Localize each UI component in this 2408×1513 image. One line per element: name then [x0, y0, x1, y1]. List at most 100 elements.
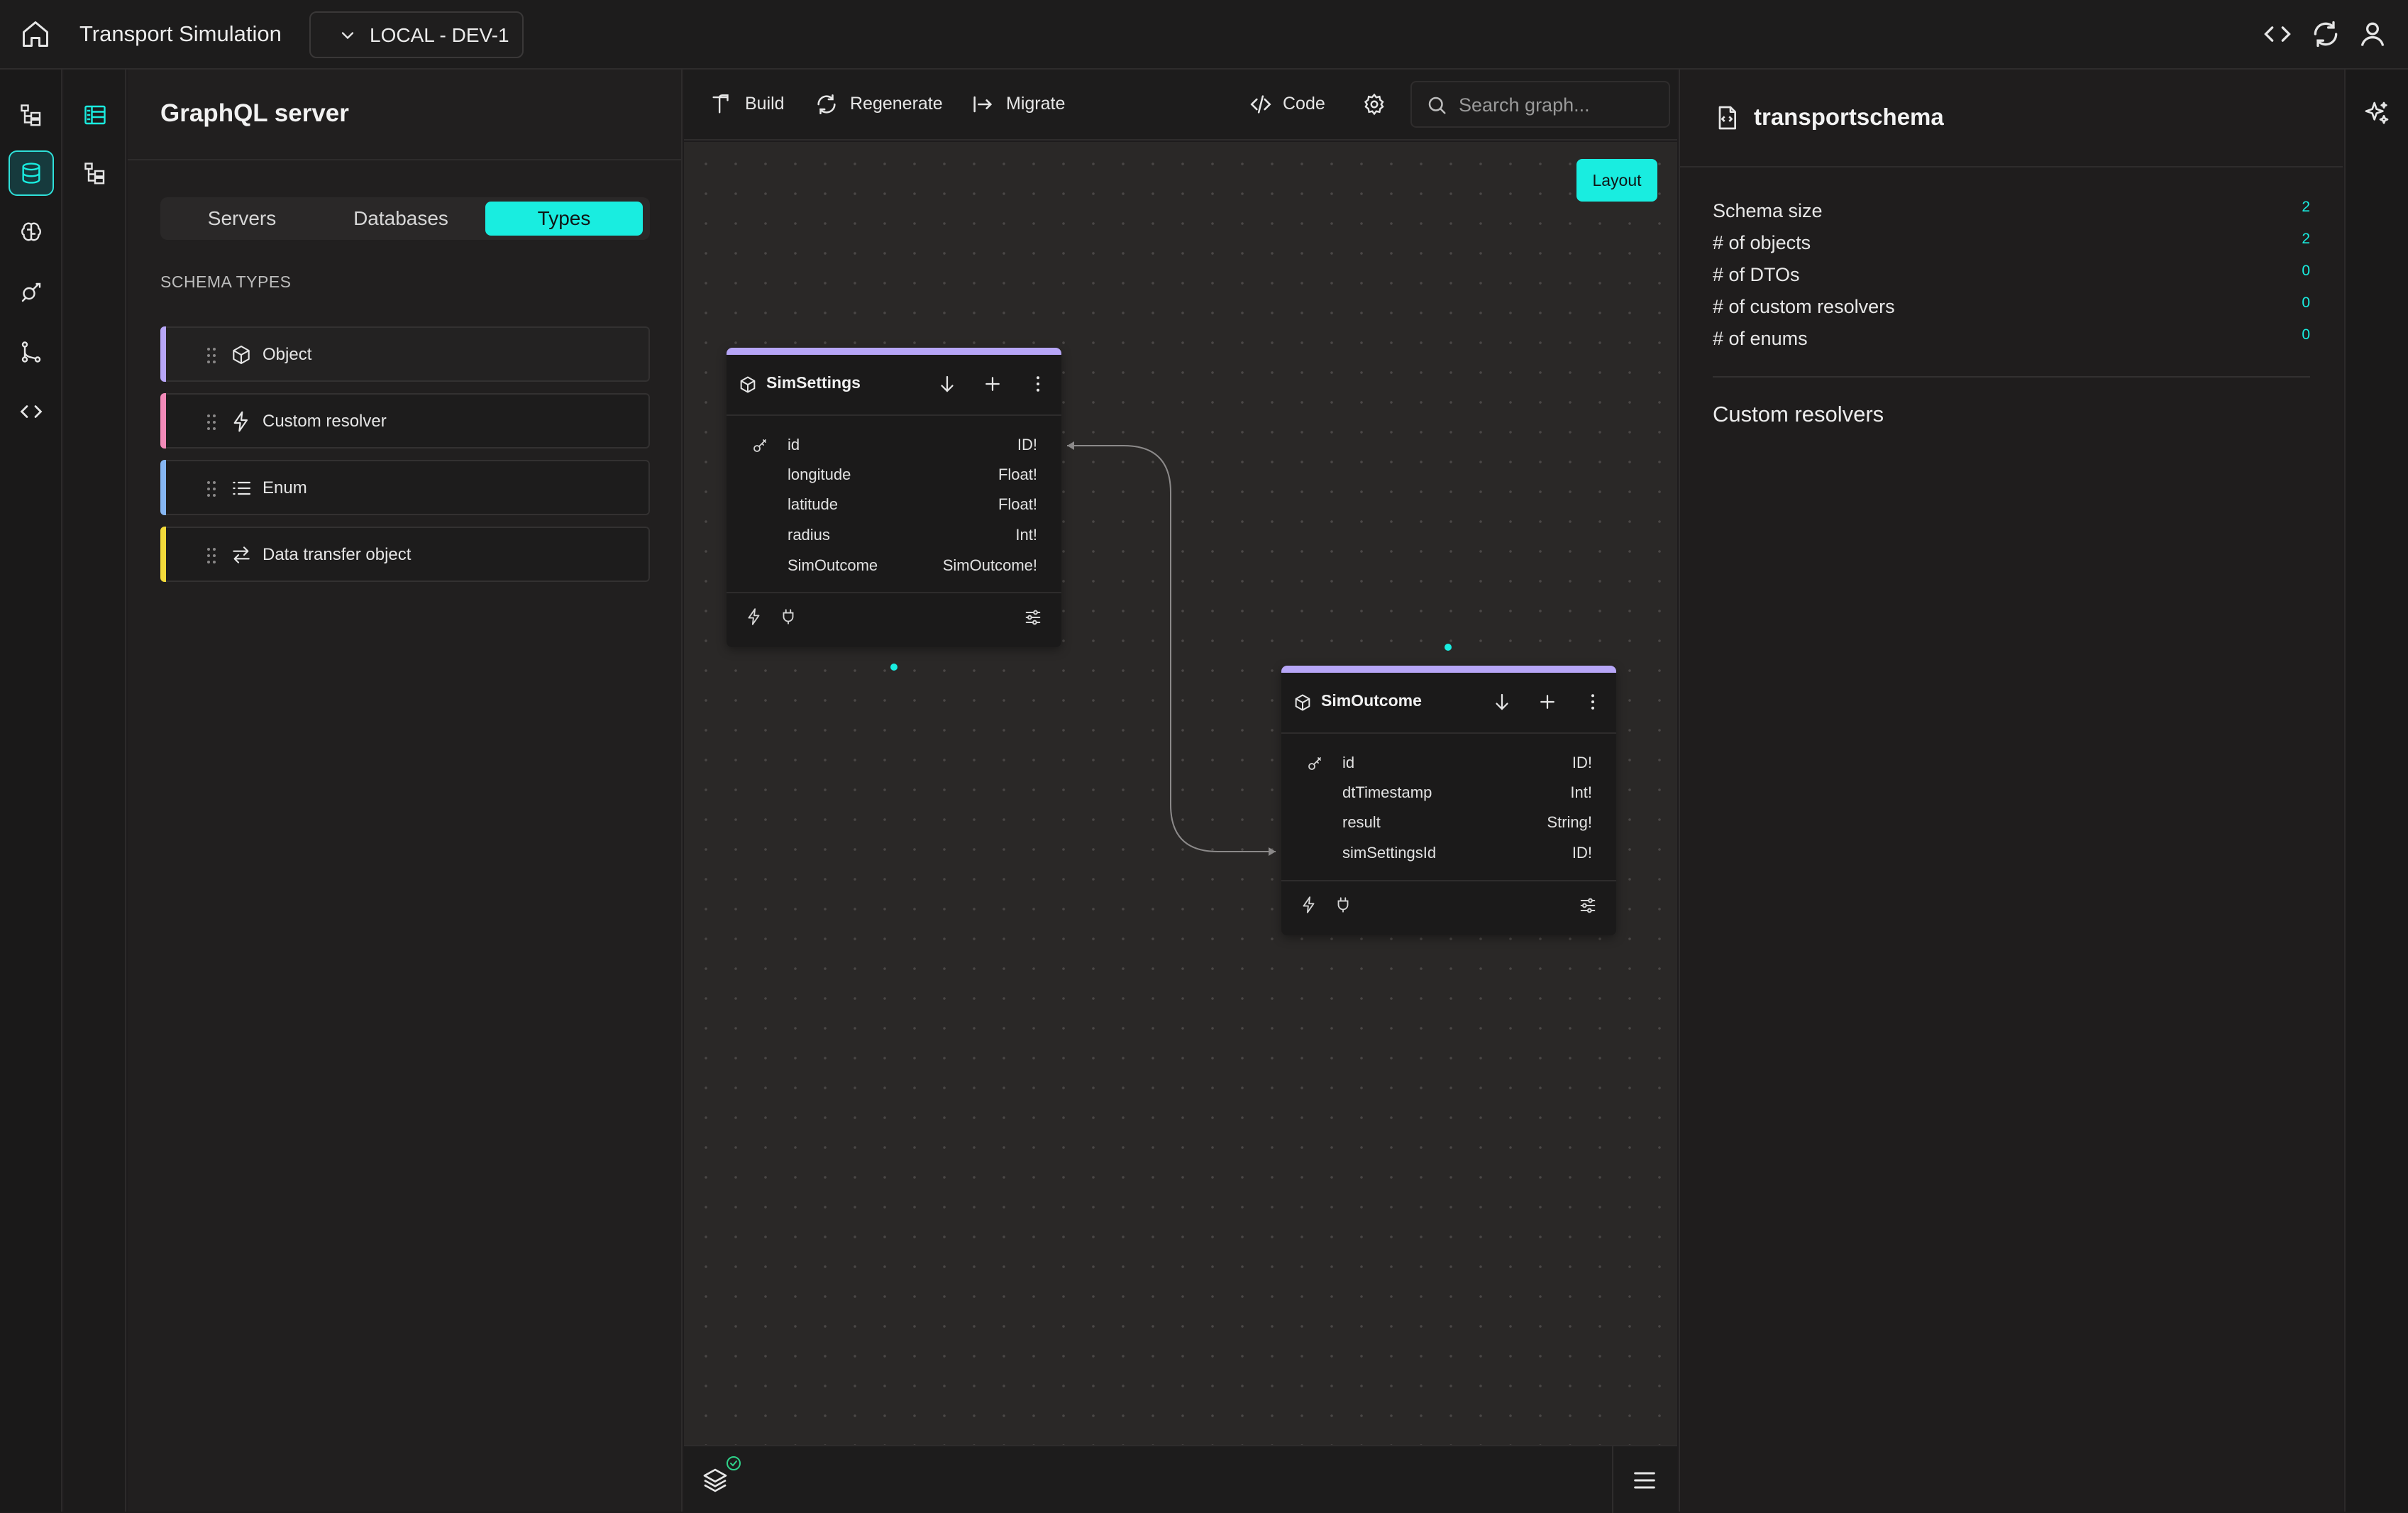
app-title: Transport Simulation: [79, 21, 282, 46]
type-color-bar: [160, 527, 166, 582]
environment-select[interactable]: LOCAL - DEV-1: [309, 11, 524, 58]
sliders-icon[interactable]: [1023, 607, 1043, 627]
tab-databases[interactable]: Databases: [325, 202, 477, 236]
panel-title: GraphQL server: [160, 99, 349, 127]
sparkle-icon[interactable]: [2363, 99, 2391, 128]
regenerate-button[interactable]: Regenerate: [814, 89, 943, 121]
stat-label: Schema size: [1713, 200, 1823, 221]
brain-icon[interactable]: [9, 210, 54, 255]
field-name: simSettingsId: [1342, 844, 1437, 862]
migrate-button[interactable]: Migrate: [971, 89, 1070, 121]
node-simsettings[interactable]: SimSettings id ID! longitude Float! lati…: [727, 348, 1061, 647]
plus-icon[interactable]: [982, 373, 1003, 395]
refresh-icon: [817, 94, 836, 115]
search-icon: [1428, 97, 1446, 114]
field-row[interactable]: SimOutcome SimOutcome!: [727, 551, 1061, 581]
field-row[interactable]: radius Int!: [727, 520, 1061, 550]
field-row[interactable]: id ID!: [1281, 748, 1616, 778]
dashboard-icon[interactable]: [72, 92, 118, 138]
stat-value: 2: [2302, 199, 2310, 215]
field-type: String!: [1547, 813, 1592, 831]
drag-handle-icon[interactable]: [206, 413, 217, 431]
gear-icon: [1364, 93, 1384, 116]
custom-resolvers-heading: Custom resolvers: [1713, 402, 1884, 427]
field-row[interactable]: latitude Float!: [727, 490, 1061, 519]
field-type: ID!: [1017, 436, 1037, 453]
stat-value: 0: [2302, 263, 2310, 279]
tab-servers[interactable]: Servers: [166, 202, 318, 236]
node-simoutcome[interactable]: SimOutcome id ID! dtTimestamp Int! resul…: [1281, 666, 1616, 935]
panel-tabs: Servers Databases Types: [160, 197, 650, 240]
settings-button[interactable]: [1362, 89, 1391, 121]
transfer-icon: [233, 546, 250, 563]
drag-handle-icon[interactable]: [206, 480, 217, 498]
schema-type-label: Object: [263, 345, 312, 364]
field-type: ID!: [1572, 844, 1592, 862]
field-row[interactable]: result String!: [1281, 808, 1616, 837]
field-row[interactable]: dtTimestamp Int!: [1281, 778, 1616, 808]
arrow-down-icon[interactable]: [1491, 691, 1513, 713]
refresh-icon[interactable]: [2310, 18, 2341, 50]
divider: [1281, 732, 1616, 734]
field-type: Int!: [1015, 526, 1037, 544]
schema-type-custom-resolver[interactable]: Custom resolver: [160, 393, 650, 449]
top-bar: Transport Simulation LOCAL - DEV-1: [0, 0, 2408, 70]
stat-value: 0: [2302, 326, 2310, 343]
field-type: ID!: [1572, 754, 1592, 771]
graph-canvas[interactable]: Layout SimSettings id ID! longitude Floa…: [684, 142, 1677, 1445]
schema-types-heading: SCHEMA TYPES: [160, 273, 292, 291]
canvas-toolbar: Build Regenerate Migrate Code: [684, 70, 1677, 141]
bolt-icon: [233, 411, 248, 432]
field-row[interactable]: id ID!: [727, 430, 1061, 460]
more-vertical-icon[interactable]: [1027, 373, 1049, 395]
drag-handle-icon[interactable]: [206, 346, 217, 365]
hierarchy-icon[interactable]: [72, 150, 118, 196]
field-name: dtTimestamp: [1342, 783, 1432, 801]
schema-type-label: Enum: [263, 478, 307, 497]
schema-type-object[interactable]: Object: [160, 326, 650, 382]
field-row[interactable]: simSettingsId ID!: [1281, 838, 1616, 868]
bolt-icon[interactable]: [745, 607, 763, 626]
home-icon[interactable]: [20, 18, 51, 50]
canvas-bottom-bar: [684, 1445, 1677, 1513]
arrow-down-icon[interactable]: [937, 373, 958, 395]
search-field[interactable]: [1410, 81, 1670, 128]
schema-type-enum[interactable]: Enum: [160, 460, 650, 515]
migrate-icon: [973, 96, 993, 113]
user-icon[interactable]: [2357, 18, 2388, 50]
field-name: id: [788, 436, 800, 453]
sliders-icon[interactable]: [1578, 896, 1598, 915]
branch-icon[interactable]: [9, 329, 54, 375]
stat-label: # of enums: [1713, 328, 1808, 349]
build-button[interactable]: Build: [709, 89, 788, 121]
divider: [1680, 166, 2343, 167]
stat-label: # of objects: [1713, 232, 1811, 253]
plug-icon[interactable]: [1334, 896, 1352, 914]
drag-handle-icon[interactable]: [206, 546, 217, 565]
stat-objects: # of objects 2: [1713, 229, 2310, 258]
plus-icon[interactable]: [1537, 691, 1558, 713]
schema-type-dto[interactable]: Data transfer object: [160, 527, 650, 582]
code-icon[interactable]: [9, 389, 54, 434]
code-label: Code: [1283, 94, 1325, 114]
tree-icon[interactable]: [9, 92, 54, 138]
assistant-rail: [2344, 70, 2408, 1512]
environment-label: LOCAL - DEV-1: [370, 24, 509, 46]
code-button[interactable]: Code: [1247, 89, 1325, 121]
more-vertical-icon[interactable]: [1582, 691, 1603, 713]
field-type: Float!: [998, 495, 1037, 513]
bolt-icon[interactable]: [1300, 896, 1318, 914]
database-icon[interactable]: [9, 150, 54, 196]
type-color-bar: [160, 460, 166, 515]
field-name: longitude: [788, 466, 851, 483]
code-icon[interactable]: [2262, 18, 2293, 50]
primary-rail: [0, 70, 62, 1512]
api-icon[interactable]: [9, 270, 54, 315]
node-title: SimOutcome: [1321, 691, 1422, 710]
menu-icon[interactable]: [1630, 1466, 1659, 1495]
stat-enums: # of enums 0: [1713, 325, 2310, 353]
plug-icon[interactable]: [779, 607, 797, 626]
search-input[interactable]: [1459, 91, 1657, 119]
field-row[interactable]: longitude Float!: [727, 460, 1061, 490]
tab-types[interactable]: Types: [485, 202, 643, 236]
